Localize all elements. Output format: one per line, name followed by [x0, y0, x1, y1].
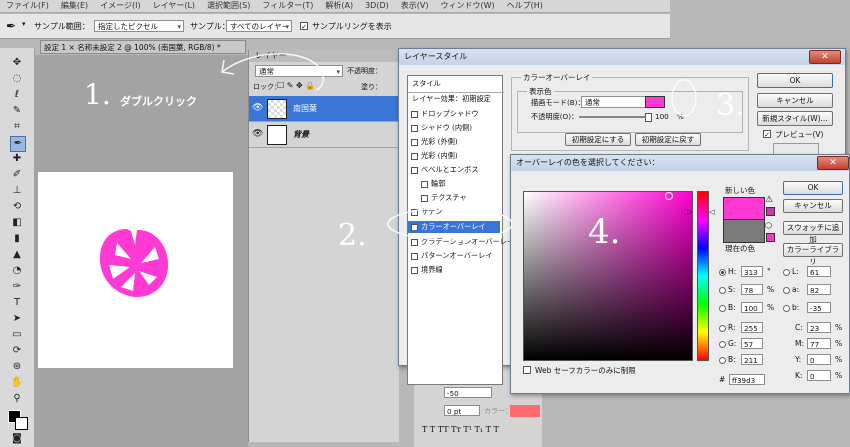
step-3-annotation: 3. [716, 88, 745, 123]
annotation-overlay [221, 53, 697, 241]
overlay-circle [387, 207, 513, 241]
step-4-annotation: 4. [588, 212, 621, 252]
step-2-annotation: 2. [338, 218, 367, 253]
swatch-circle [671, 79, 697, 117]
arrow-stroke [221, 53, 325, 91]
